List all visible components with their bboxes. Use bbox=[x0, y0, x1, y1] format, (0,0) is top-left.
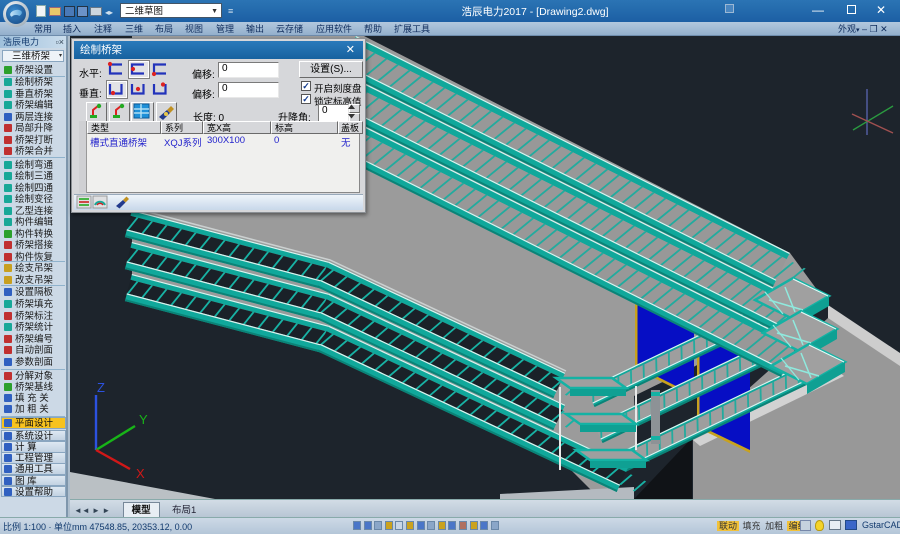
svg-text:Z: Z bbox=[97, 380, 105, 395]
svg-text:Y: Y bbox=[139, 412, 148, 427]
svg-text:X: X bbox=[136, 466, 145, 481]
